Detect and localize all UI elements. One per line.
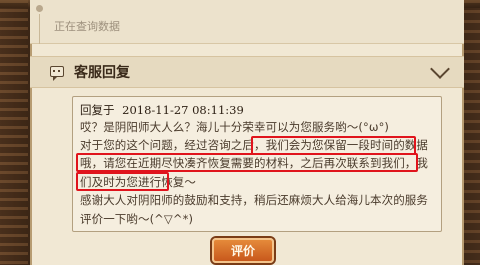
reply-line: 评价一下哟～(^▽^*): [80, 212, 194, 226]
reply-label: 回复于: [80, 103, 115, 117]
reply-line: 哎？是阴阳师大人么？海儿十分荣幸可以为您服务哟～(°ω°): [80, 120, 390, 134]
customer-service-title: 客服回复: [74, 65, 130, 81]
evaluate-button[interactable]: 评价: [212, 238, 274, 263]
timeline-line: [39, 14, 40, 44]
status-text: 正在查询数据: [54, 20, 120, 33]
highlight-box: [76, 172, 169, 191]
chat-bubble-icon: [50, 66, 64, 81]
reply-line: 感谢大人对阴阳师的鼓励和支持，稍后还麻烦大人给海儿本次的服务: [80, 193, 428, 207]
left-ornament: [0, 0, 28, 265]
highlight-box: [76, 153, 418, 172]
timeline-dot-icon: [36, 5, 43, 12]
reply-timestamp: 2018-11-27 08:11:39: [122, 103, 244, 117]
reply-header: 回复于 2018-11-27 08:11:39: [80, 102, 244, 118]
